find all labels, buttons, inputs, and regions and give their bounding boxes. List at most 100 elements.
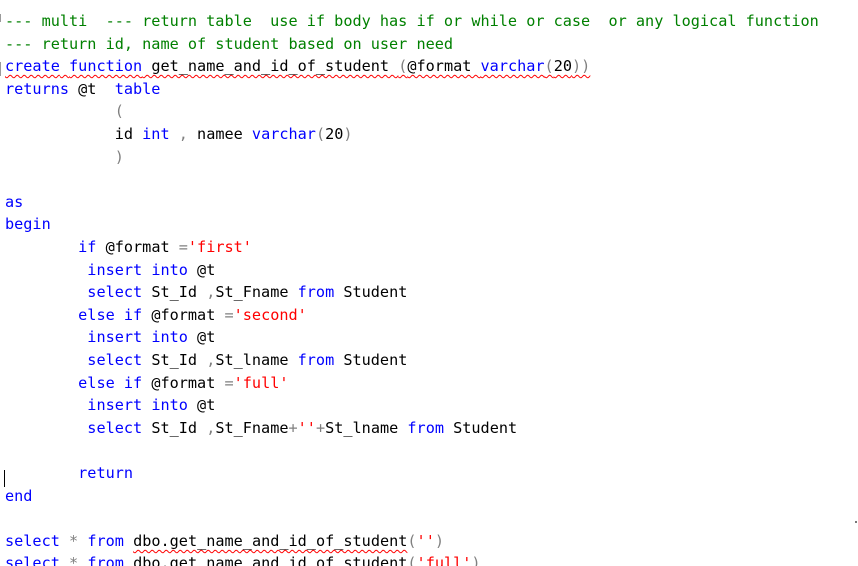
code-line[interactable]: insert into @t [5,259,215,281]
code-token: into [151,260,188,279]
code-token-error: create [5,57,60,76]
code-token: 20 [325,125,344,143]
code-line[interactable]: insert into @t [5,326,215,348]
code-token-error [60,57,69,75]
code-token: * [69,531,79,550]
code-token: , [206,283,216,302]
outline-collapse-marker[interactable] [0,14,1,22]
code-line[interactable]: end [5,485,32,507]
code-token: Student [334,283,408,302]
code-token: St_Fname [215,283,298,302]
code-token: from [297,351,335,369]
code-line[interactable]: returns @t table [5,78,160,100]
code-token: 'full' [416,554,472,566]
code-token-error: get_name_and_id_of_student [142,57,399,76]
code-token: int [142,125,170,143]
code-line[interactable]: create function get_name_and_id_of_stude… [5,55,590,77]
code-token: @t [187,260,216,279]
code-token: @format [142,373,225,392]
code-token: + [315,418,326,437]
code-line[interactable]: insert into @t [5,394,215,416]
code-token: ) [434,531,444,550]
code-token: = [224,305,234,324]
code-line[interactable]: --- multi --- return table use if body h… [5,10,819,32]
code-token-error: 20 [553,57,572,76]
code-token: varchar [251,125,316,143]
code-line[interactable]: else if @format ='second' [5,304,307,326]
code-token-error: function [69,57,143,76]
code-token: 'second' [233,305,307,324]
code-token: Student [334,351,408,369]
code-line[interactable]: select * from dbo.get_name_and_id_of_stu… [5,530,444,552]
code-line[interactable]: if @format ='first' [5,236,252,258]
code-token: into [151,396,188,415]
code-token: = [224,373,234,392]
code-token: St_Fname [215,418,289,437]
code-token: return [78,464,134,482]
code-line[interactable]: --- return id, name of student based on … [5,33,453,55]
code-line[interactable]: ( [5,100,124,122]
code-line[interactable]: select St_Id ,St_lname from Student [5,349,407,371]
code-line[interactable]: begin [5,213,51,235]
code-token: if [78,238,97,256]
code-token: St_lname [215,351,298,369]
code-token: ) [343,125,353,143]
code-line[interactable]: return [5,462,133,484]
outline-block-marker [0,62,1,76]
code-token: ( [114,102,124,121]
code-token: else [78,305,115,324]
code-token: id [5,125,143,143]
code-line[interactable]: as [5,191,23,213]
code-token: St_Id [142,418,207,437]
scroll-edge-mark [855,521,857,523]
code-token: if [123,373,143,392]
code-token: if [123,305,143,324]
code-token: @t [187,396,216,415]
code-token: Student [443,418,518,437]
code-line[interactable]: ) [5,146,124,168]
code-token: ( [315,125,326,143]
code-token: insert [87,260,143,279]
code-line[interactable]: select St_Id ,St_Fname+''+St_lname from … [5,417,517,439]
code-token: , [178,125,188,143]
code-token: namee [187,125,252,143]
code-line[interactable]: else if @format ='full' [5,372,289,394]
sql-code-editor[interactable]: --- multi --- return table use if body h… [0,0,858,566]
code-token: * [69,554,79,566]
code-token: insert [87,328,143,347]
code-token: select [87,283,143,302]
code-token: @t [187,328,216,347]
code-token: --- return id, name of student based on … [5,34,454,53]
code-token: 'full' [233,373,289,392]
code-token: @format [96,238,179,256]
code-token-error: ( [544,57,554,76]
code-line[interactable]: select St_Id ,St_Fname from Student [5,281,407,303]
code-token: = [178,238,188,256]
code-token: from [297,283,335,302]
code-token-error: )) [572,57,591,76]
code-token: select [87,351,143,369]
code-line[interactable]: id int , namee varchar(20) [5,123,353,145]
code-line[interactable]: select * from dbo.get_name_and_id_of_stu… [5,552,481,566]
code-token: --- multi --- return table use if body h… [5,12,819,30]
